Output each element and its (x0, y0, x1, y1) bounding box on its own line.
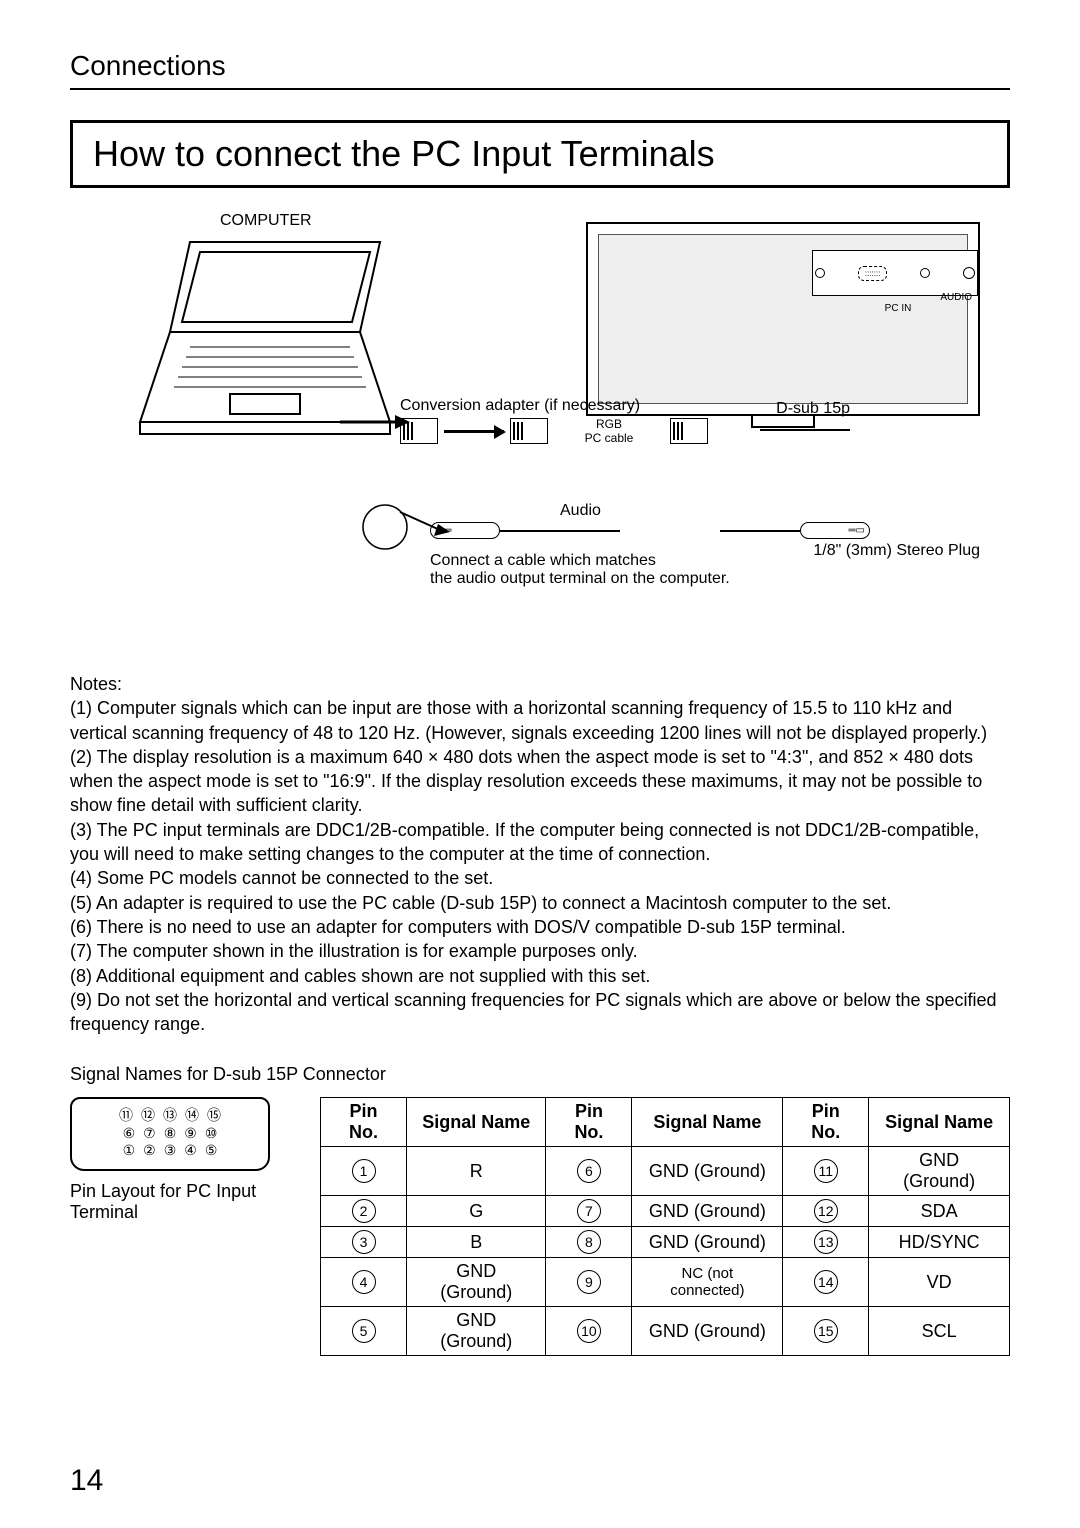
signal-name: GND (Ground) (632, 1307, 783, 1356)
screw-icon (815, 268, 825, 278)
label-pcin-port: PC IN (885, 303, 912, 314)
signal-name: GND (Ground) (632, 1196, 783, 1227)
note-item: (4) Some PC models cannot be connected t… (70, 866, 1010, 890)
table-row: 3 B 8 GND (Ground) 13 HD/SYNC (321, 1227, 1010, 1258)
note-item: (8) Additional equipment and cables show… (70, 964, 1010, 988)
pin-number: 5 (352, 1319, 376, 1343)
signal-names-table: Pin No. Signal Name Pin No. Signal Name … (320, 1097, 1010, 1356)
cable-line (760, 429, 850, 431)
table-header: Pin No. (546, 1098, 632, 1147)
page-number: 14 (70, 1464, 103, 1498)
note-item: (7) The computer shown in the illustrati… (70, 939, 1010, 963)
signal-name: R (407, 1147, 546, 1196)
signal-names-title: Signal Names for D-sub 15P Connector (70, 1064, 1010, 1085)
table-header: Signal Name (632, 1098, 783, 1147)
signal-name: GND (Ground) (407, 1258, 546, 1307)
signal-name: GND (Ground) (632, 1227, 783, 1258)
cable-line (720, 530, 800, 532)
table-row: 4 GND (Ground) 9 NC (not connected) 14 V… (321, 1258, 1010, 1307)
audio-cable-row: ▭═ ═▭ (430, 522, 870, 539)
note-item: (5) An adapter is required to use the PC… (70, 891, 1010, 915)
table-row: 1 R 6 GND (Ground) 11 GND (Ground) (321, 1147, 1010, 1196)
arrow-icon (340, 412, 410, 442)
pin-number: 2 (352, 1199, 376, 1223)
vga-connector-icon (510, 418, 548, 444)
note-item: (1) Computer signals which can be input … (70, 696, 1010, 745)
pin-number: 13 (814, 1230, 838, 1254)
pin-number: 14 (814, 1270, 838, 1294)
table-header: Signal Name (407, 1098, 546, 1147)
label-dsub: D-sub 15p (776, 400, 850, 418)
connection-diagram: COMPUTER (70, 212, 1010, 652)
signal-name: HD/SYNC (869, 1227, 1010, 1258)
pin-number: 4 (352, 1270, 376, 1294)
audio-jack-icon (963, 267, 975, 279)
screw-icon (920, 268, 930, 278)
vga-connector-icon (670, 418, 708, 444)
signal-name: SDA (869, 1196, 1010, 1227)
label-conversion-adapter: Conversion adapter (if necessary) (400, 397, 640, 415)
signal-name: VD (869, 1258, 1010, 1307)
pin-number: 3 (352, 1230, 376, 1254)
pc-in-port-panel: ::::::: (812, 250, 978, 296)
pin-number: 9 (577, 1270, 601, 1294)
note-item: (2) The display resolution is a maximum … (70, 745, 1010, 818)
signal-name: G (407, 1196, 546, 1227)
port-labels: AUDIO PC IN (818, 292, 978, 314)
signal-name: GND (Ground) (869, 1147, 1010, 1196)
signal-name: NC (not connected) (632, 1258, 783, 1307)
pin-number: 11 (814, 1159, 838, 1183)
label-audio-note: Connect a cable which matches the audio … (430, 552, 730, 588)
table-header: Pin No. (783, 1098, 869, 1147)
arrow-icon (444, 430, 504, 433)
note-item: (6) There is no need to use an adapter f… (70, 915, 1010, 939)
label-audio: Audio (560, 502, 601, 520)
table-header: Pin No. (321, 1098, 407, 1147)
table-row: 2 G 7 GND (Ground) 12 SDA (321, 1196, 1010, 1227)
audio-plug-icon: ═▭ (800, 522, 870, 539)
label-rgb: RGB (554, 417, 664, 431)
table-header: Signal Name (869, 1098, 1010, 1147)
dsub-pin-layout: ⑪ ⑫ ⑬ ⑭ ⑮ ⑥ ⑦ ⑧ ⑨ ⑩ ① ② ③ ④ (70, 1097, 270, 1171)
pin-number: 15 (814, 1319, 838, 1343)
notes-block: Notes: (1) Computer signals which can be… (70, 672, 1010, 1036)
pin-number: 1 (352, 1159, 376, 1183)
signal-name: B (407, 1227, 546, 1258)
pin-number: 6 (577, 1159, 601, 1183)
note-item: (3) The PC input terminals are DDC1/2B-c… (70, 818, 1010, 867)
label-stereo-plug: 1/8" (3mm) Stereo Plug (813, 542, 980, 560)
cable-line (500, 530, 620, 532)
pin-number: 12 (814, 1199, 838, 1223)
table-row: 5 GND (Ground) 10 GND (Ground) 15 SCL (321, 1307, 1010, 1356)
signal-name: GND (Ground) (632, 1147, 783, 1196)
rgb-cable-row: RGB PC cable (400, 417, 708, 445)
pin-number: 8 (577, 1230, 601, 1254)
section-title: Connections (70, 50, 1010, 90)
pin-number: 7 (577, 1199, 601, 1223)
label-pc-cable: PC cable (554, 431, 664, 445)
page-title: How to connect the PC Input Terminals (70, 120, 1010, 188)
signal-name: GND (Ground) (407, 1307, 546, 1356)
callout-arrow (360, 472, 450, 552)
dsub-port-icon: ::::::: (858, 266, 888, 281)
pin-layout-caption: Pin Layout for PC Input Terminal (70, 1181, 290, 1223)
note-item: (9) Do not set the horizontal and vertic… (70, 988, 1010, 1037)
display-illustration: ::::::: AUDIO PC IN (586, 222, 980, 416)
signal-name: SCL (869, 1307, 1010, 1356)
notes-heading: Notes: (70, 672, 1010, 696)
pin-number: 10 (577, 1319, 601, 1343)
label-audio-port: AUDIO (940, 292, 972, 303)
